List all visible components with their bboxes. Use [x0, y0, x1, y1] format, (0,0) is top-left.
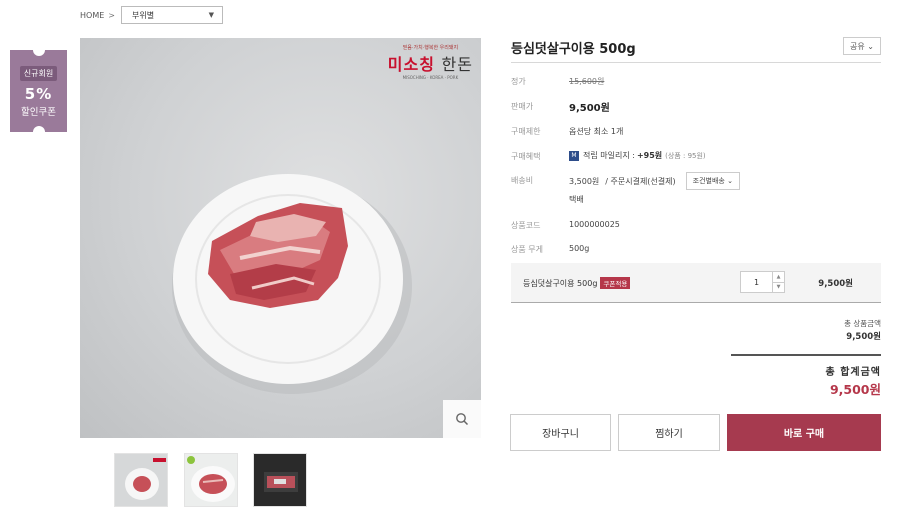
cart-button[interactable]: 장바구니: [510, 414, 611, 451]
quantity-input[interactable]: [741, 272, 773, 292]
category-select[interactable]: 부위별 ▼: [120, 6, 223, 24]
conditional-shipping-button[interactable]: 조건별배송 ⌄: [685, 172, 740, 190]
weight-value: 500g: [569, 244, 590, 253]
thumbnail-2-image: [185, 454, 237, 506]
breadcrumb: HOME > 부위별 ▼: [80, 6, 223, 24]
zoom-button[interactable]: [443, 400, 481, 438]
shipping-method: / 주문시결제(선결제): [605, 176, 676, 186]
new-member-coupon-banner[interactable]: 신규회원 5% 할인쿠폰: [10, 50, 67, 132]
benefit-label: 구매혜택: [511, 152, 541, 161]
benefit-note: (상품 : 95원): [665, 151, 706, 160]
total-divider: [731, 354, 881, 356]
selected-option: 등심덧살구이용 500g 쿠폰적용 ▲ ▼ 9,500원: [511, 263, 881, 303]
benefit-value: M 적립 마일리지 : +95원 (상품 : 95원): [569, 150, 706, 161]
share-button[interactable]: 공유 ⌄: [843, 37, 881, 55]
divider: [511, 62, 881, 63]
option-name: 등심덧살구이용 500g: [523, 278, 598, 288]
quantity-arrows: ▲ ▼: [773, 272, 784, 292]
product-title: 등심덧살구이용 500g: [511, 42, 636, 57]
breadcrumb-home[interactable]: HOME: [80, 11, 104, 20]
breadcrumb-separator: >: [108, 10, 115, 20]
wishlist-button[interactable]: 찜하기: [618, 414, 720, 451]
chevron-down-icon: ▼: [208, 11, 214, 19]
list-price-value: 15,600원: [569, 77, 605, 86]
thumbnail-3[interactable]: [253, 453, 307, 507]
thumbnail-1-image: [115, 454, 167, 506]
logo-wordmark: 미소칭 한돈: [388, 51, 473, 75]
logo-brand-red: 미소칭: [387, 55, 435, 74]
logo-tagline: 믿음·가치·행복한 우리돼지: [402, 45, 459, 51]
quantity-stepper: ▲ ▼: [740, 271, 785, 293]
coupon-percent: 5%: [24, 85, 53, 103]
logo-brand-black: 한돈: [441, 55, 473, 74]
option-name-wrap: 등심덧살구이용 500g 쿠폰적용: [523, 277, 631, 289]
list-price-label: 정가: [511, 77, 526, 86]
product-sum-label: 총 상품금액: [844, 319, 881, 328]
benefit-text: 적립 마일리지 :: [583, 151, 635, 160]
product-main-image: 믿음·가치·행복한 우리돼지 미소칭 한돈 MISOCHING · KOREA …: [80, 38, 481, 438]
thumbnail-2[interactable]: [184, 453, 238, 507]
coupon-text: 할인쿠폰: [21, 107, 56, 118]
shipping-value: 3,500원 / 주문시결제(선결제) 조건별배송 ⌄: [569, 172, 740, 190]
sale-price-value: 9,500원: [569, 103, 610, 114]
sale-price-label: 판매가: [511, 102, 534, 111]
coupon-tag: 신규회원: [19, 66, 58, 81]
thumbnail-1[interactable]: [114, 453, 168, 507]
product-sum-value: 9,500원: [846, 332, 881, 342]
buy-now-button[interactable]: 바로 구매: [727, 414, 881, 451]
option-price: 9,500원: [818, 279, 853, 289]
coupon-applied-badge: 쿠폰적용: [600, 277, 631, 289]
total-value: 9,500원: [829, 382, 881, 397]
product-code-value: 1000000025: [569, 220, 620, 229]
purchase-limit-label: 구매제한: [511, 127, 541, 136]
product-photo: [172, 174, 412, 394]
mileage-icon: M: [569, 150, 579, 161]
logo-english: MISOCHING · KOREA · PORK: [402, 75, 459, 80]
category-select-value: 부위별: [131, 10, 155, 20]
thumbnail-3-image: [254, 454, 306, 506]
total-label: 총 합계금액: [825, 367, 881, 378]
weight-label: 상품 무게: [511, 245, 543, 254]
shipping-type: 택배: [569, 195, 584, 204]
shipping-fee: 3,500원: [569, 176, 600, 186]
quantity-down-button[interactable]: ▼: [773, 283, 784, 293]
product-code-label: 상품코드: [511, 221, 541, 230]
purchase-limit-value: 옵션당 최소 1개: [569, 127, 624, 136]
search-icon: [456, 413, 469, 426]
brand-logo: 믿음·가치·행복한 우리돼지 미소칭 한돈 MISOCHING · KOREA …: [388, 44, 473, 80]
benefit-points: +95원: [636, 151, 663, 160]
quantity-up-button[interactable]: ▲: [773, 272, 784, 283]
shipping-label: 배송비: [511, 176, 534, 185]
